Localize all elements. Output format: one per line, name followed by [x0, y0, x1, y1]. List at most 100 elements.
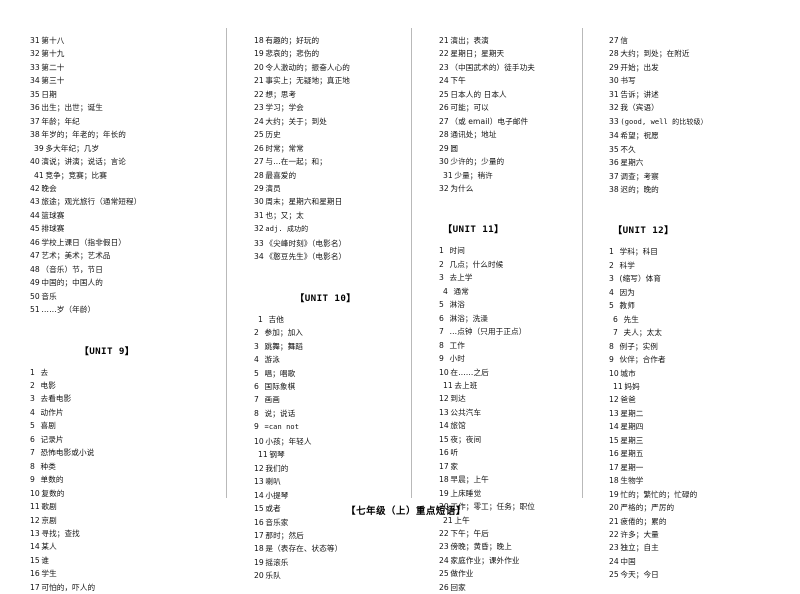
entry-text: 篮球赛: [41, 210, 65, 220]
entry-text: 科学: [619, 260, 635, 270]
vocabulary-entry: 48 （音乐）节，节日: [30, 263, 218, 276]
entry-number: 5: [439, 300, 444, 310]
entry-number: 18: [439, 475, 449, 485]
entry-number: 32: [30, 49, 40, 59]
entry-text: 许多；大量: [620, 529, 659, 539]
entry-number: 3: [439, 273, 444, 283]
vocabulary-entry: 20 乐队: [254, 569, 403, 582]
entry-number: 20: [254, 571, 264, 581]
entry-number: 46: [30, 237, 40, 247]
entry-text: 小提琴: [265, 490, 289, 500]
entry-text: 年龄；年纪: [41, 116, 80, 126]
entry-number: 20: [254, 62, 264, 72]
entry-number: 5: [30, 421, 35, 431]
entry-text: 在……之后: [450, 367, 489, 377]
vocabulary-entry: 5 唱；唱歌: [254, 367, 403, 380]
vocabulary-entry: 8 例子；实例: [609, 340, 794, 353]
vocabulary-column-4: 27 信 28 大约；到处；在附近 29 开始；出发 30 书写 31 告诉；讲述 32 我（宾语） 3…: [582, 28, 800, 579]
entry-text: （音乐）节，节日: [41, 264, 103, 274]
entry-text: 教师: [619, 301, 635, 311]
vocabulary-entry: 26 时常；常常: [254, 142, 403, 155]
vocabulary-entry: 13 喇叭: [254, 475, 403, 488]
vocabulary-entry: 31 少量；稍许: [439, 169, 576, 182]
vocabulary-entry: 38 迟的；晚的: [609, 183, 794, 196]
vocabulary-entry: 14 旅馆: [439, 419, 576, 432]
entry-number: 17: [30, 582, 40, 592]
entry-number: 25: [609, 570, 619, 580]
entry-text: 淋浴: [449, 300, 465, 310]
entry-text: 大约；到处；在附近: [620, 49, 690, 59]
entry-number: 8: [609, 341, 614, 351]
entry-text: 去看电影: [40, 394, 72, 404]
entry-text: 恐怖电影或小说: [40, 448, 95, 458]
entry-number: 14: [30, 542, 40, 552]
vocabulary-entry: 17 那时；然后: [254, 529, 403, 542]
entry-number: 15: [30, 555, 40, 565]
vocabulary-entry: 26 可能；可以: [439, 101, 576, 114]
entry-number: 51: [30, 305, 40, 315]
vocabulary-entry: 6 淋浴；洗澡: [439, 312, 576, 325]
vocabulary-entry: 26 回家: [439, 581, 576, 594]
entry-number: 33: [254, 238, 264, 248]
vocabulary-entry: 51 ……岁（年龄）: [30, 303, 218, 316]
entry-number: 38: [30, 130, 40, 140]
entry-text: 喜剧: [40, 421, 56, 431]
entry-text: 唱；唱歌: [264, 368, 296, 378]
vocabulary-entry: 19 摇滚乐: [254, 556, 403, 569]
entry-text: 通讯处；地址: [450, 130, 497, 140]
vocabulary-entry: 46 学校上课日（指非假日）: [30, 236, 218, 249]
entry-text: 我们的: [265, 463, 289, 473]
vocabulary-entry: 27 （或 email）电子邮件: [439, 115, 576, 128]
vocabulary-entry: 33 (good, well 的比较级）: [609, 115, 794, 129]
entry-number: 37: [30, 116, 40, 126]
entry-number: 1: [609, 247, 614, 257]
entry-number: 12: [254, 463, 264, 473]
entry-number: 21: [254, 76, 264, 86]
entry-number: 22: [439, 49, 449, 59]
entry-number: 29: [609, 62, 619, 72]
entry-number: 2: [254, 328, 259, 338]
entry-number: 19: [254, 557, 264, 567]
entry-text: 星期二: [620, 408, 644, 418]
entry-text: 时常；常常: [265, 143, 304, 153]
entry-text: 信: [620, 36, 629, 45]
vocabulary-entry: 8 说；说话: [254, 407, 403, 420]
entry-number: 25: [439, 569, 449, 579]
entry-text: 今天；今日: [620, 570, 659, 580]
vocabulary-entry: 3 去上学: [439, 271, 576, 284]
vocabulary-column-2: 18 有趣的；好玩的 19 悲哀的；悲伤的 20 令人激动的；振奋人心的 21 事实上；无疑地…: [226, 28, 411, 580]
entry-text: 忙的；繁忙的；忙碌的: [620, 489, 698, 499]
vocabulary-entry: 32 我（宾语）: [609, 101, 794, 114]
vocabulary-entry: 17 家: [439, 460, 576, 473]
document-footer-title: 【七年级（上）重点短语】: [346, 506, 466, 517]
vocabulary-entry: 37 调查；考察: [609, 170, 794, 183]
entry-text: 学习；学会: [265, 103, 304, 113]
entry-number: 12: [609, 395, 619, 405]
entry-text: 排球赛: [41, 224, 65, 234]
vocabulary-entry: 16 听: [439, 446, 576, 459]
vocabulary-entry: 18 是（表存在、状态等）: [254, 542, 403, 555]
vocabulary-entry: 31 告诉；讲述: [609, 88, 794, 101]
entry-number: 25: [254, 130, 264, 140]
vocabulary-entry: 4 游泳: [254, 353, 403, 366]
entry-number: 21: [439, 36, 449, 45]
entry-number: 22: [254, 89, 264, 99]
vocabulary-entry: 11 去上班: [439, 379, 576, 392]
entry-number: 22: [609, 529, 619, 539]
vocabulary-entry: 6 先生: [609, 313, 794, 326]
entry-number: 31: [254, 210, 264, 220]
vocabulary-entry: 30 书写: [609, 74, 794, 87]
vocabulary-entry: 38 年岁的；年老的；年长的: [30, 128, 218, 141]
vocabulary-entry: 24 下午: [439, 74, 576, 87]
entry-text: 学校上课日（指非假日）: [41, 237, 127, 247]
entry-number: 24: [439, 555, 449, 565]
entry-number: 30: [609, 76, 619, 86]
vocabulary-entry: 7 恐怖电影或小说: [30, 446, 218, 459]
entry-text: 日本人的 日本人: [450, 89, 507, 99]
entry-text: 小孩；年轻人: [265, 436, 312, 446]
entry-text: 竞争；竞赛；比赛: [45, 170, 107, 180]
entry-text: 妈妈: [624, 381, 640, 391]
vocabulary-entry: 19 上床睡觉: [439, 487, 576, 500]
entry-number: 7: [439, 327, 444, 337]
vocabulary-entry: 1 学科；科目: [609, 245, 794, 258]
